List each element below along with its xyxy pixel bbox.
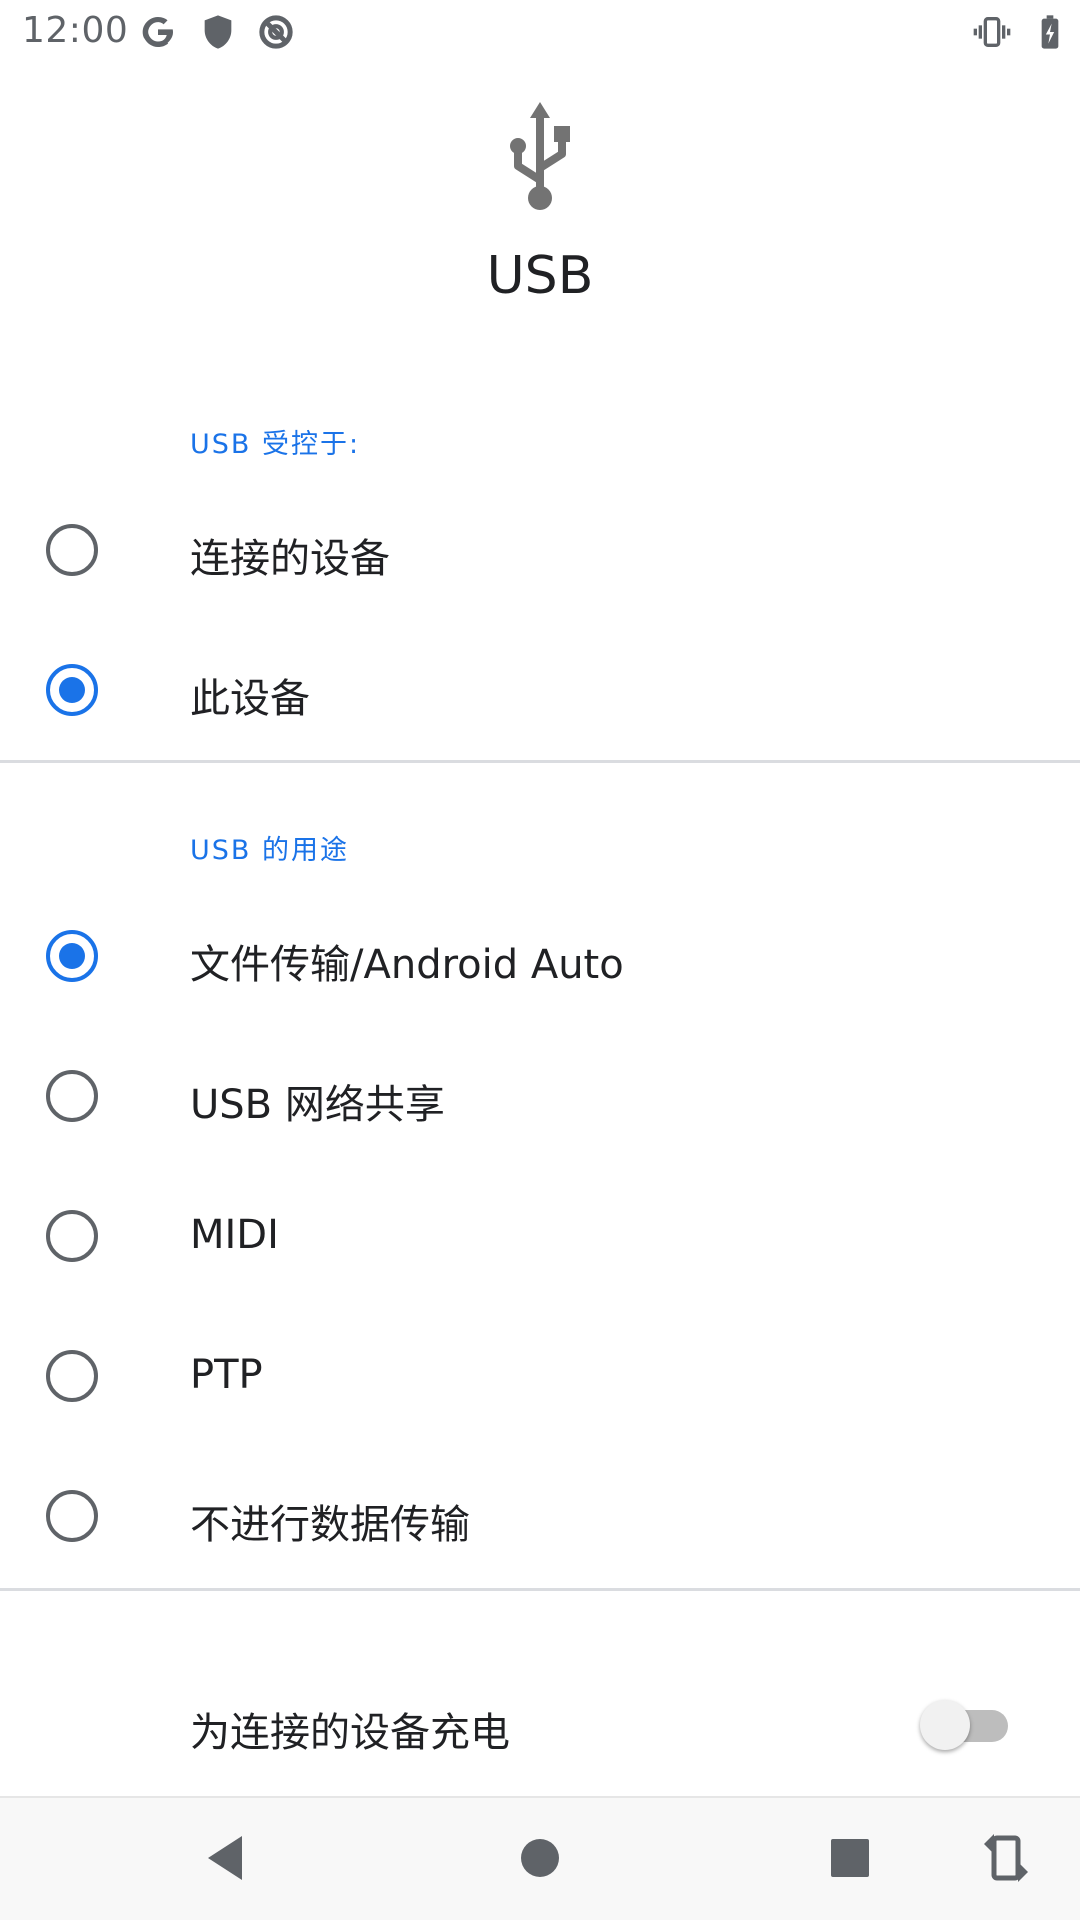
radio-button[interactable] [46,1070,98,1122]
rotate-icon[interactable] [976,1828,1036,1888]
option-label: MIDI [190,1212,279,1258]
vibrate-icon [973,17,1011,47]
status-time: 12:00 [22,10,129,51]
option-connected-device[interactable]: 连接的设备 [0,480,1080,620]
option-label: 此设备 [190,676,310,722]
home-icon[interactable] [510,1828,570,1888]
recents-icon[interactable] [820,1828,880,1888]
usb-preferences-screen: 12:00 USB USB 受控于: 连接的设备 此设备 USB 的用途 文件传… [0,0,1080,1920]
option-label: 文件传输/Android Auto [190,942,624,988]
google-g-icon [142,17,173,47]
option-label: USB 网络共享 [190,1082,445,1128]
radio-button-checked[interactable] [46,664,98,716]
radio-button[interactable] [46,1350,98,1402]
radio-button-checked[interactable] [46,930,98,982]
option-label: PTP [190,1352,263,1398]
option-this-device[interactable]: 此设备 [0,620,1080,760]
divider [0,760,1080,763]
option-no-data-transfer[interactable]: 不进行数据传输 [0,1446,1080,1586]
option-midi[interactable]: MIDI [0,1166,1080,1306]
back-icon[interactable] [196,1828,256,1888]
radio-button[interactable] [46,1210,98,1262]
section-header-use-usb-for: USB 的用途 [190,835,350,866]
status-bar: 12:00 [0,0,1080,64]
battery-charging-icon [1041,15,1059,49]
switch-thumb[interactable] [920,1700,970,1750]
shield-icon [204,15,232,49]
switch-label: 为连接的设备充电 [190,1710,510,1756]
navigation-bar [0,1796,1080,1920]
divider [0,1588,1080,1591]
section-header-usb-controlled-by: USB 受控于: [190,429,361,460]
option-ptp[interactable]: PTP [0,1306,1080,1446]
option-file-transfer[interactable]: 文件传输/Android Auto [0,886,1080,1026]
charge-connected-device-row[interactable]: 为连接的设备充电 [0,1660,1080,1790]
option-usb-tethering[interactable]: USB 网络共享 [0,1026,1080,1166]
data-saver-icon [259,15,293,49]
option-label: 连接的设备 [190,536,390,582]
page-title: USB [486,246,594,306]
radio-button[interactable] [46,1490,98,1542]
usb-icon [510,102,570,210]
option-label: 不进行数据传输 [190,1502,470,1548]
radio-button[interactable] [46,524,98,576]
